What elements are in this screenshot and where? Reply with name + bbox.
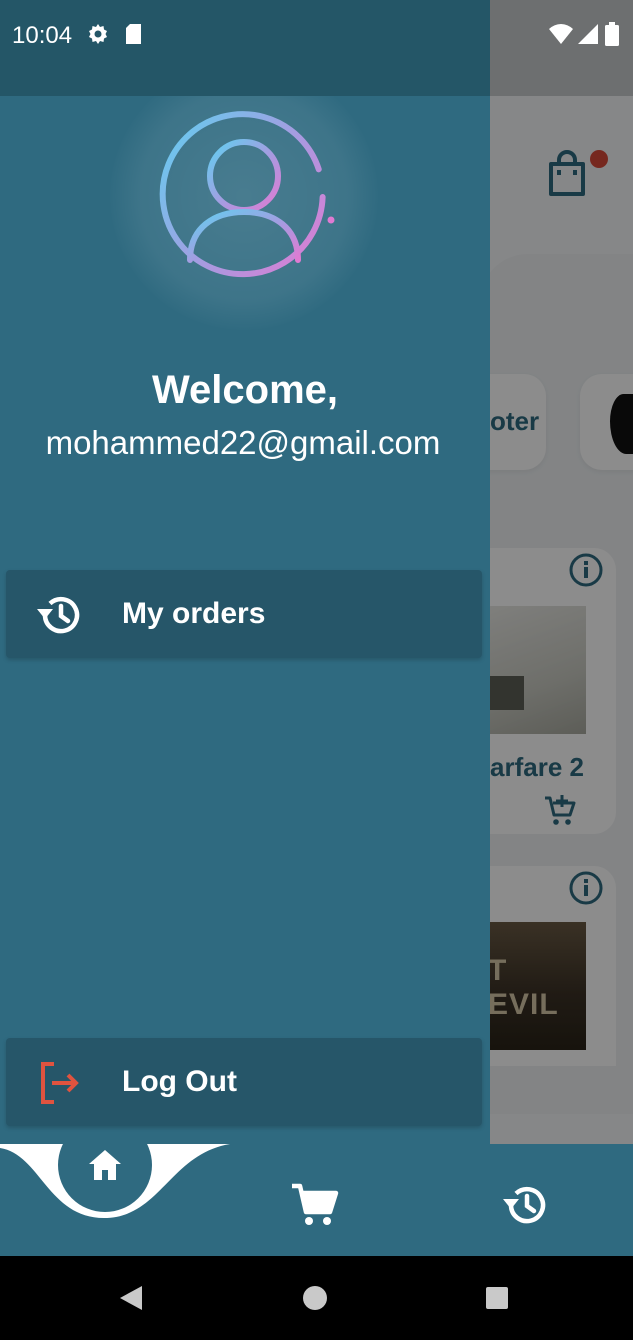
back-icon[interactable] xyxy=(116,1282,148,1314)
status-bar: 10:04 xyxy=(0,0,633,96)
status-time: 10:04 xyxy=(12,22,73,49)
cart-icon xyxy=(292,1183,339,1225)
drawer-item-log-out[interactable]: Log Out xyxy=(6,1038,482,1126)
nav-cart-button[interactable] xyxy=(270,1160,360,1250)
status-bar-drawer-area xyxy=(0,0,490,96)
nav-history-button[interactable] xyxy=(480,1160,570,1250)
system-navigation-bar xyxy=(0,1256,633,1340)
history-icon xyxy=(503,1186,546,1224)
settings-icon xyxy=(89,24,107,44)
sd-card-icon xyxy=(126,24,141,44)
home-icon xyxy=(89,1150,121,1180)
drawer-item-my-orders[interactable]: My orders xyxy=(6,570,482,658)
logout-icon xyxy=(41,1062,79,1104)
wifi-icon xyxy=(549,24,573,44)
drawer-item-label: Log Out xyxy=(122,1065,237,1098)
battery-icon xyxy=(605,22,619,46)
user-email: mohammed22@gmail.com xyxy=(45,424,441,461)
drawer-item-label: My orders xyxy=(122,597,266,630)
recents-icon[interactable] xyxy=(481,1282,513,1314)
navigation-drawer: Welcome, mohammed22@gmail.com My orders … xyxy=(0,62,490,1144)
bottom-navigation xyxy=(0,1118,633,1256)
welcome-heading: Welcome, xyxy=(152,368,338,412)
signal-icon xyxy=(578,24,598,44)
user-avatar-icon xyxy=(159,111,335,278)
history-icon xyxy=(37,596,80,634)
home-system-icon[interactable] xyxy=(299,1282,331,1314)
